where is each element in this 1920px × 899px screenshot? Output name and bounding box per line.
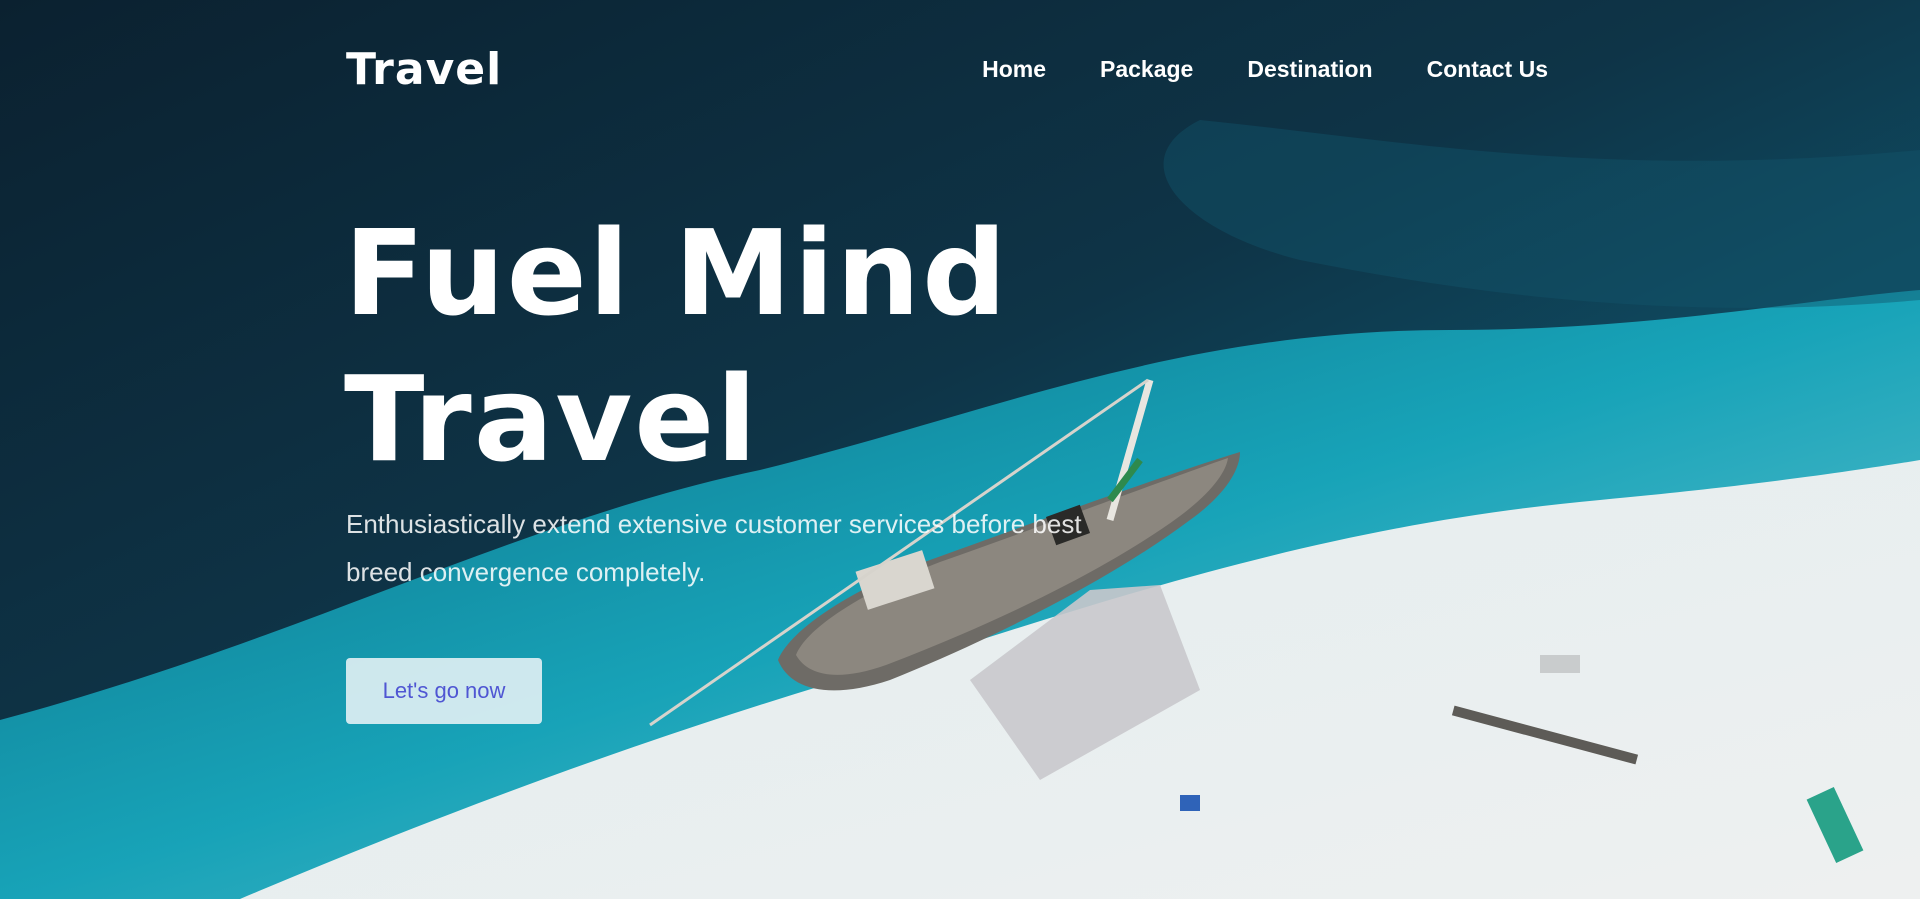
hero-title: Fuel Mind Travel bbox=[344, 200, 1009, 492]
nav-destination[interactable]: Destination bbox=[1247, 54, 1372, 84]
hero-section: Travel Home Package Destination Contact … bbox=[0, 0, 1920, 899]
hero-title-line-2: Travel bbox=[344, 350, 759, 488]
lets-go-now-button[interactable]: Let's go now bbox=[346, 658, 542, 724]
hero-title-line-1: Fuel Mind bbox=[344, 204, 1009, 342]
nav-contact-us[interactable]: Contact Us bbox=[1427, 54, 1548, 84]
site-header: Travel Home Package Destination Contact … bbox=[346, 40, 1548, 100]
hero-description: Enthusiastically extend extensive custom… bbox=[346, 509, 1082, 587]
main-nav: Home Package Destination Contact Us bbox=[982, 54, 1548, 84]
logo[interactable]: Travel bbox=[346, 44, 502, 96]
nav-package[interactable]: Package bbox=[1100, 54, 1193, 84]
nav-home[interactable]: Home bbox=[982, 54, 1046, 84]
